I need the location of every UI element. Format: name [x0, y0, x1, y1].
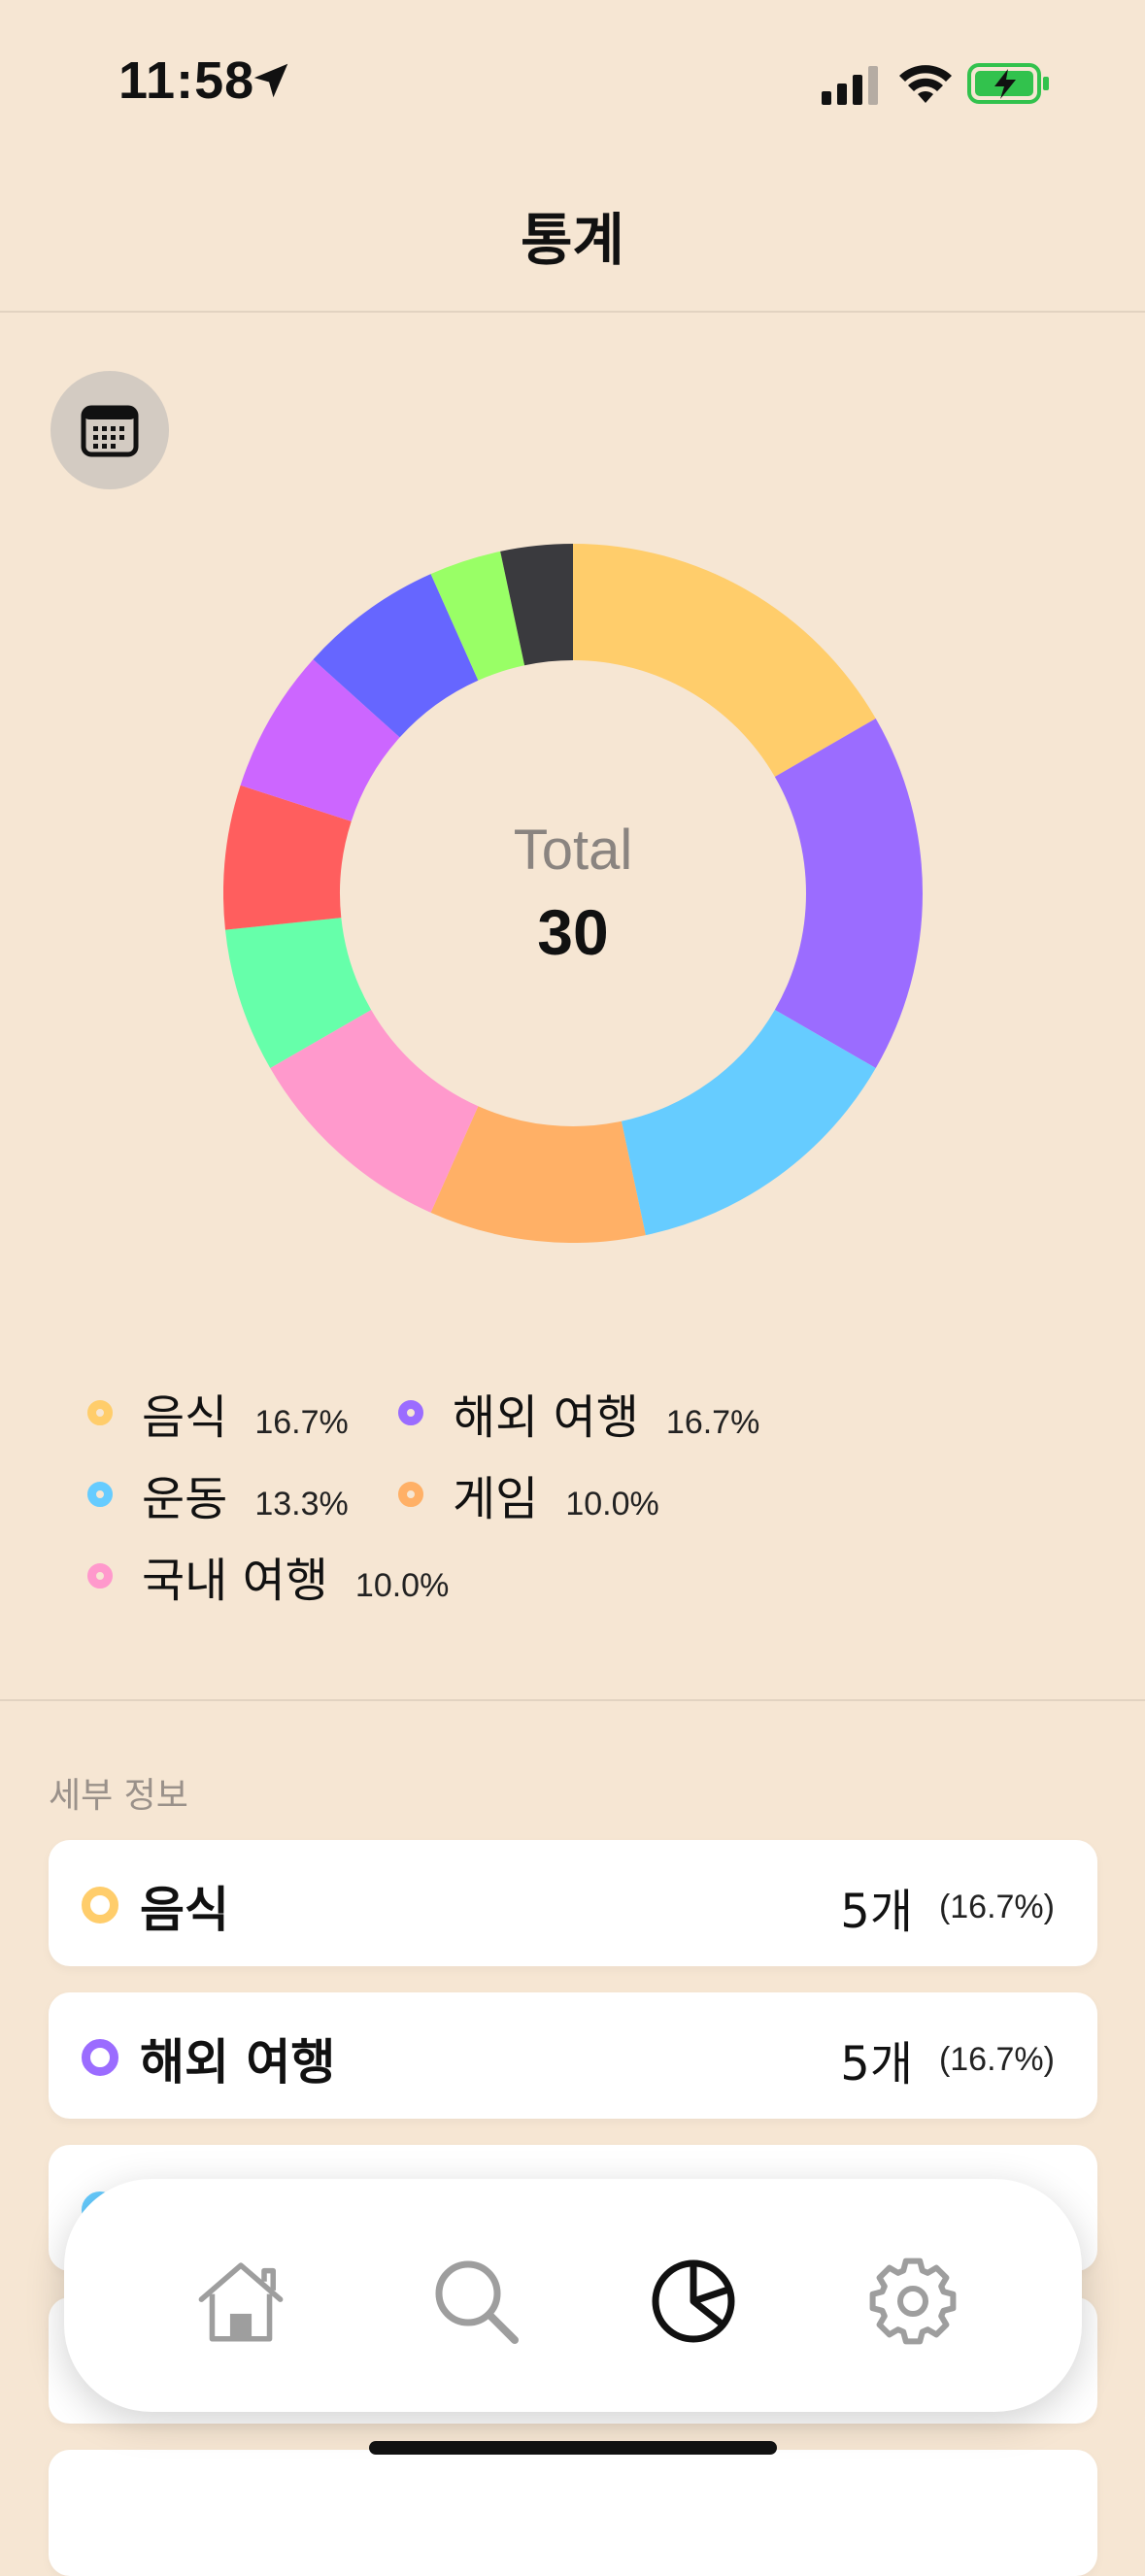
tab-home[interactable] [194, 2255, 287, 2348]
category-name: 음식 [140, 1882, 229, 1938]
legend-dot [398, 1400, 423, 1425]
detail-row-overseas-travel[interactable]: 해외 여행 5개 (16.7%) [49, 1992, 1097, 2119]
legend-label: 국내 여행 [142, 1554, 328, 1608]
legend-label: 운동 [142, 1472, 228, 1526]
donut-chart [223, 544, 923, 1243]
settings-gear-icon [869, 2258, 957, 2345]
legend-dot [87, 1400, 113, 1425]
pie-chart-icon [652, 2259, 735, 2343]
category-percent: (16.7%) [938, 2041, 1055, 2078]
calendar-icon [81, 405, 139, 457]
legend-percent: 16.7% [665, 1404, 760, 1441]
legend-item-domestic-travel: 국내 여행 10.0% [87, 1542, 449, 1610]
donut-slice-0 [573, 544, 876, 777]
detail-row-domestic-travel[interactable] [49, 2450, 1097, 2576]
status-bar: 11:58 [0, 0, 1145, 165]
legend-percent: 16.7% [254, 1404, 349, 1441]
category-dot [82, 2039, 118, 2076]
detail-row-food[interactable]: 음식 5개 (16.7%) [49, 1840, 1097, 1966]
legend-item-game: 게임 10.0% [398, 1460, 659, 1528]
tab-statistics[interactable] [647, 2255, 740, 2348]
home-indicator [369, 2441, 777, 2455]
legend-label: 해외 여행 [453, 1390, 639, 1445]
calendar-button[interactable] [51, 371, 169, 489]
tab-bar [64, 2179, 1082, 2412]
legend-percent: 10.0% [565, 1486, 659, 1522]
wifi-icon [899, 65, 952, 103]
location-arrow-icon [253, 63, 288, 98]
battery-charging-icon [967, 63, 1049, 104]
category-dot [82, 1887, 118, 1924]
details-section-label: 세부 정보 [49, 1776, 188, 1816]
category-count: 5개 [840, 2037, 913, 2091]
legend-dot [398, 1482, 423, 1507]
home-icon [198, 2262, 284, 2342]
total-label: Total [513, 819, 633, 882]
legend-percent: 13.3% [254, 1486, 349, 1522]
page-title: 통계 [521, 207, 624, 273]
tab-settings[interactable] [866, 2255, 960, 2348]
total-value: 30 [537, 896, 609, 968]
legend-label: 게임 [453, 1472, 539, 1526]
tab-search[interactable] [429, 2255, 522, 2348]
search-icon [435, 2260, 519, 2344]
section-divider [0, 1699, 1145, 1701]
legend-label: 음식 [142, 1390, 228, 1445]
legend-item-overseas-travel: 해외 여행 16.7% [398, 1379, 759, 1447]
category-count: 5개 [840, 1885, 913, 1939]
signal-icon [822, 66, 878, 105]
header-divider [0, 311, 1145, 313]
category-name: 해외 여행 [140, 2034, 336, 2091]
legend-item-food: 음식 16.7% [87, 1379, 349, 1447]
status-time: 11:58 [118, 51, 255, 110]
category-percent: (16.7%) [938, 1889, 1055, 1925]
legend-percent: 10.0% [354, 1567, 450, 1604]
legend-dot [87, 1482, 113, 1507]
legend-dot [87, 1563, 113, 1589]
legend-item-exercise: 운동 13.3% [87, 1460, 349, 1528]
donut-slice-1 [774, 719, 923, 1068]
